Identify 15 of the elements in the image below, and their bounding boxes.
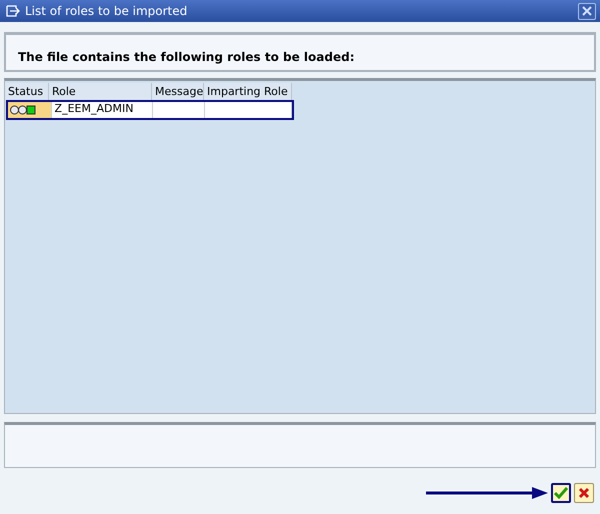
window-title: List of roles to be imported: [25, 4, 188, 18]
column-header[interactable]: Imparting Role: [204, 83, 292, 100]
cancel-button[interactable]: [574, 483, 594, 503]
cancel-icon: [578, 487, 590, 499]
table-cell: Z_EEM_ADMIN: [52, 102, 154, 118]
close-icon: [582, 6, 592, 16]
header-text: The file contains the following roles to be loaded:: [18, 50, 354, 64]
checkmark-icon: [554, 487, 568, 499]
column-header[interactable]: Message: [152, 83, 204, 100]
confirm-button[interactable]: [551, 483, 571, 503]
column-header[interactable]: Role: [49, 83, 152, 100]
window-icon: [6, 5, 20, 17]
close-button[interactable]: [578, 2, 596, 20]
table-row[interactable]: Z_EEM_ADMIN: [6, 100, 294, 120]
column-header[interactable]: Status: [5, 83, 49, 100]
